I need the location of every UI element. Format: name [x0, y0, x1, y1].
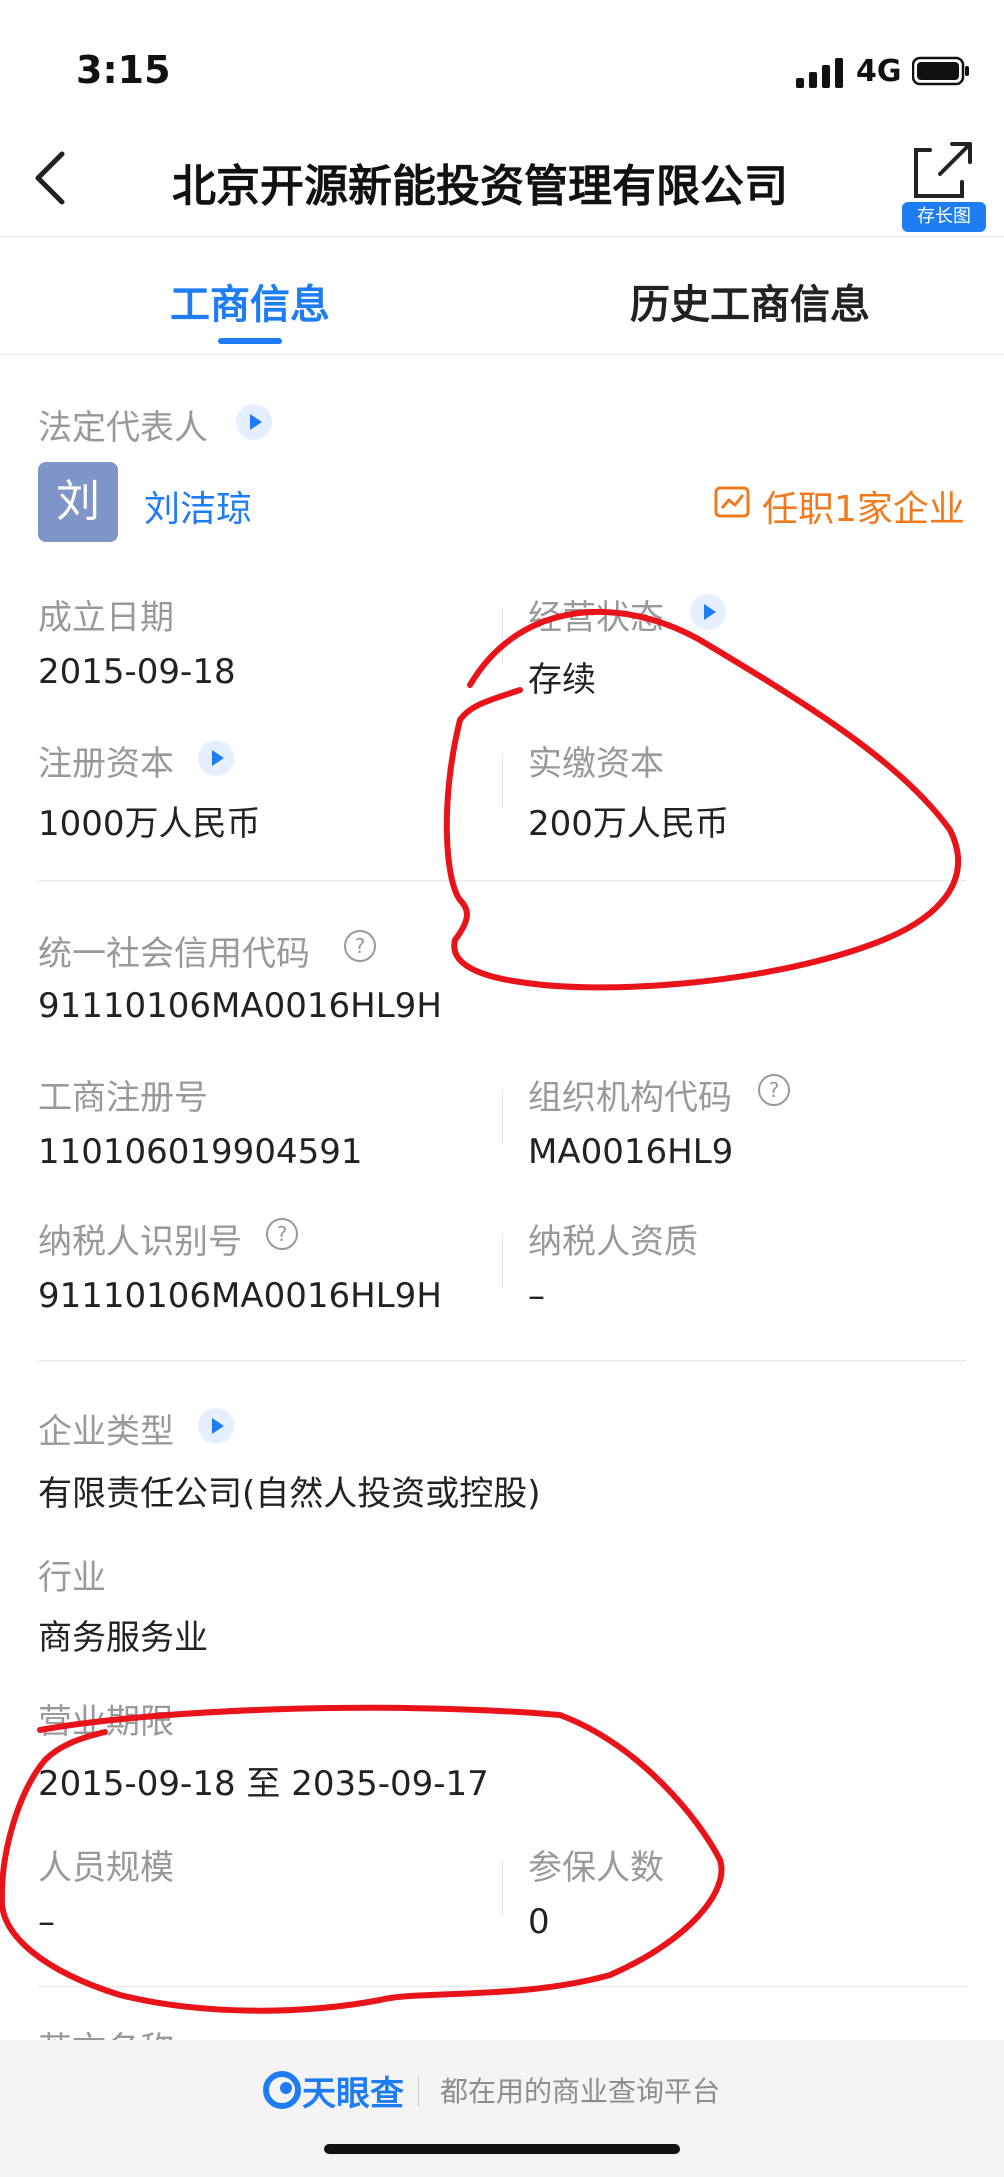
- play-icon[interactable]: [198, 1408, 234, 1444]
- footer-brand: 天眼查: [302, 2074, 404, 2114]
- insured-value: 0: [528, 1902, 550, 1942]
- back-arrow-icon[interactable]: [32, 150, 72, 206]
- industry-label: 行业: [38, 1558, 106, 1598]
- status-bar: 3:15 4G: [0, 0, 1004, 120]
- column-divider: [502, 608, 503, 664]
- section-divider: [38, 1360, 966, 1361]
- help-icon[interactable]: ?: [758, 1074, 790, 1106]
- legal-rep-name-link[interactable]: 刘洁琼: [144, 480, 252, 532]
- tab-business-info[interactable]: 工商信息: [170, 272, 330, 330]
- paid-capital-label: 实缴资本: [528, 744, 664, 784]
- term-value: 2015-09-18 至 2035-09-17: [38, 1764, 489, 1804]
- company-type-label: 企业类型: [38, 1412, 174, 1452]
- org-code-value: MA0016HL9: [528, 1132, 734, 1172]
- tab-bar: 工商信息 历史工商信息: [0, 236, 1004, 355]
- paid-capital-value: 200万人民币: [528, 804, 729, 844]
- registered-capital-label: 注册资本: [38, 744, 174, 784]
- play-icon[interactable]: [690, 594, 726, 630]
- footer-separator: [418, 2076, 419, 2106]
- help-icon[interactable]: ?: [344, 930, 376, 962]
- positions-link[interactable]: 任职1家企业: [762, 480, 965, 532]
- chart-trend-icon[interactable]: [714, 484, 750, 520]
- company-type-value: 有限责任公司(自然人投资或控股): [38, 1474, 541, 1514]
- column-divider: [502, 1860, 503, 1916]
- home-indicator[interactable]: [324, 2144, 680, 2154]
- active-tab-indicator: [218, 338, 282, 344]
- tianyancha-logo-icon: [263, 2071, 301, 2109]
- reg-number-label: 工商注册号: [38, 1078, 208, 1118]
- term-label: 营业期限: [38, 1702, 174, 1742]
- taxpayer-id-label: 纳税人识别号: [38, 1222, 242, 1262]
- share-icon: [914, 142, 972, 198]
- network-label: 4G: [856, 54, 902, 89]
- play-icon[interactable]: [198, 740, 234, 776]
- founded-label: 成立日期: [38, 598, 174, 638]
- status-label: 经营状态: [528, 598, 664, 638]
- credit-code-value: 91110106MA0016HL9H: [38, 986, 442, 1026]
- legal-rep-label: 法定代表人: [38, 408, 208, 448]
- play-icon[interactable]: [236, 404, 272, 440]
- page-title: 北京开源新能投资管理有限公司: [172, 161, 788, 212]
- footer-bar: 天眼查 都在用的商业查询平台: [0, 2040, 1004, 2177]
- section-divider: [38, 1986, 966, 1987]
- status-value: 存续: [528, 660, 596, 700]
- credit-code-label: 统一社会信用代码: [38, 934, 310, 974]
- column-divider: [502, 1090, 503, 1146]
- org-code-label: 组织机构代码: [528, 1078, 732, 1118]
- status-time: 3:15: [76, 48, 171, 92]
- share-long-image-button[interactable]: 存长图: [902, 138, 986, 232]
- column-divider: [502, 1234, 503, 1290]
- battery-icon: [912, 56, 969, 86]
- insured-label: 参保人数: [528, 1848, 664, 1888]
- footer-slogan: 都在用的商业查询平台: [440, 2075, 721, 2108]
- column-divider: [502, 754, 503, 810]
- taxpayer-id-value: 91110106MA0016HL9H: [38, 1276, 442, 1316]
- taxpayer-qual-label: 纳税人资质: [528, 1222, 698, 1262]
- reg-number-value: 110106019904591: [38, 1132, 363, 1172]
- staff-size-label: 人员规模: [38, 1848, 174, 1888]
- share-badge: 存长图: [902, 202, 986, 232]
- taxpayer-qual-value: –: [528, 1276, 545, 1316]
- help-icon[interactable]: ?: [266, 1218, 298, 1250]
- section-divider: [38, 880, 966, 881]
- founded-value: 2015-09-18: [38, 652, 236, 692]
- industry-value: 商务服务业: [38, 1618, 208, 1658]
- tab-history-business-info[interactable]: 历史工商信息: [630, 272, 870, 330]
- registered-capital-value: 1000万人民币: [38, 804, 261, 844]
- staff-size-value: –: [38, 1902, 55, 1942]
- avatar: 刘: [38, 462, 118, 542]
- signal-icon: [796, 58, 843, 88]
- nav-bar: 北京开源新能投资管理有限公司 存长图: [0, 120, 1004, 237]
